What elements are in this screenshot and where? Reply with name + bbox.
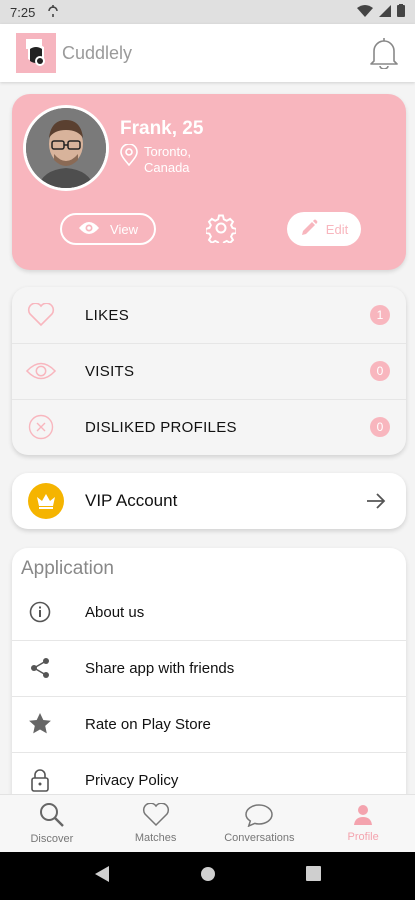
view-label: View [110,221,138,237]
eye-icon [78,221,100,238]
system-navigation-bar [0,852,415,900]
profile-location: Toronto, Canada [120,143,224,176]
about-us-row[interactable]: About us [12,584,406,640]
status-time: 7:25 [10,4,36,20]
chat-icon [244,803,274,830]
vip-account-label: VIP Account [85,491,178,510]
privacy-policy-label: Privacy Policy [85,771,179,789]
nav-conversations[interactable]: Conversations [208,795,312,852]
share-icon [28,656,52,680]
bell-icon[interactable] [369,36,399,70]
heart-outline-icon [26,300,56,330]
profile-card: Frank, 25 Toronto, Canada View Edit [12,94,406,270]
avatar[interactable] [23,105,109,191]
back-icon[interactable] [94,865,110,888]
profile-name: Frank, 25 [120,118,204,139]
nav-discover[interactable]: Discover [0,795,104,852]
avatar-photo [26,108,106,188]
home-icon[interactable] [200,866,216,887]
disliked-profiles-row[interactable]: DISLIKED PROFILES 0 [12,399,406,455]
person-icon [352,804,374,829]
rate-play-store-label: Rate on Play Store [85,715,211,733]
share-app-label: Share app with friends [85,659,235,677]
bottom-navigation: Discover Matches Conversations Profile [0,794,415,852]
about-us-label: About us [85,603,145,621]
app-logo [16,33,56,73]
battery-icon [397,4,405,20]
lock-icon [28,768,52,792]
sync-icon [47,4,59,21]
crown-icon [28,483,64,519]
location-pin-icon [120,143,138,176]
search-icon [39,802,65,831]
gear-icon [204,213,238,248]
nav-profile-label: Profile [347,831,379,843]
view-profile-button[interactable]: View [60,213,156,245]
close-circle-icon [26,412,56,442]
privacy-policy-row[interactable]: Privacy Policy [12,752,406,794]
wifi-icon [357,4,373,20]
application-section: Application About us Share app with frie… [12,548,406,794]
nav-matches[interactable]: Matches [104,795,208,852]
nav-profile[interactable]: Profile [311,795,415,852]
edit-label: Edit [325,221,349,237]
rate-play-store-row[interactable]: Rate on Play Store [12,696,406,752]
recents-icon[interactable] [306,866,321,886]
visits-count-badge: 0 [370,361,390,381]
profile-content[interactable]: Frank, 25 Toronto, Canada View Edit LIKE… [0,82,415,794]
heart-icon [142,802,170,830]
arrow-right-icon [364,489,388,513]
edit-profile-button[interactable]: Edit [287,212,361,246]
visits-label: VISITS [85,362,135,380]
app-title: Cuddlely [62,42,133,63]
nav-matches-label: Matches [134,832,177,844]
disliked-count-badge: 0 [370,417,390,437]
app-bar: Cuddlely [0,24,415,82]
nav-discover-label: Discover [30,833,74,845]
stats-card: LIKES 1 VISITS 0 DISLIKED PROFILES 0 [12,287,406,455]
share-app-row[interactable]: Share app with friends [12,640,406,696]
location-text: Toronto, Canada [144,144,191,175]
disliked-profiles-label: DISLIKED PROFILES [85,418,237,436]
info-icon [28,600,52,624]
pencil-icon [300,219,318,240]
nav-conversations-label: Conversations [224,832,295,844]
eye-outline-icon [26,356,56,386]
likes-row[interactable]: LIKES 1 [12,287,406,343]
signal-icon [379,4,391,20]
settings-button[interactable] [204,213,238,248]
status-bar: 7:25 [0,0,415,24]
application-heading: Application [21,558,114,579]
visits-row[interactable]: VISITS 0 [12,343,406,399]
star-icon [28,712,52,736]
likes-label: LIKES [85,306,130,324]
vip-account-row[interactable]: VIP Account [12,473,406,529]
likes-count-badge: 1 [370,305,390,325]
